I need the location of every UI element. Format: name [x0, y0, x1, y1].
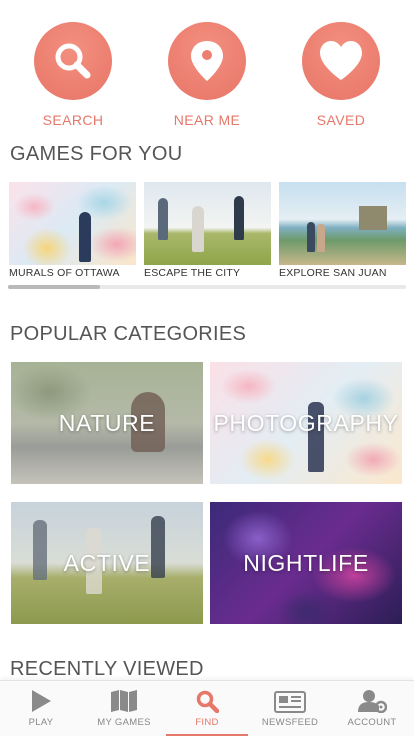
map-icon [111, 690, 137, 712]
saved-label: SAVED [316, 112, 366, 128]
category-photography[interactable]: PHOTOGRAPHY [210, 362, 402, 484]
games-carousel[interactable]: MURALS OF OTTAWA ESCAPE THE CITY EXPLORE… [9, 182, 414, 282]
category-label: ACTIVE [63, 549, 151, 576]
game-card-san-juan[interactable]: EXPLORE SAN JUAN [279, 182, 406, 279]
saved-button[interactable]: SAVED [286, 22, 396, 128]
play-icon [32, 690, 51, 712]
game-thumbnail[interactable] [279, 182, 406, 265]
game-title: MURALS OF OTTAWA [9, 267, 120, 279]
search-button[interactable]: SEARCH [18, 22, 128, 128]
nav-find[interactable]: FIND [166, 681, 248, 736]
nav-label: PLAY [28, 717, 54, 728]
search-icon [55, 43, 91, 79]
account-settings-icon [358, 690, 387, 713]
search-circle[interactable] [34, 22, 112, 100]
search-label: SEARCH [42, 112, 104, 128]
person-figure [151, 516, 165, 578]
saved-circle[interactable] [302, 22, 380, 100]
popular-categories-heading: POPULAR CATEGORIES [10, 323, 247, 345]
game-card-murals[interactable]: MURALS OF OTTAWA [9, 182, 136, 279]
nav-newsfeed[interactable]: NEWSFEED [249, 681, 331, 736]
nav-label: FIND [195, 717, 219, 728]
person-figure [317, 224, 325, 252]
category-nightlife[interactable]: NIGHTLIFE [210, 502, 402, 624]
quick-actions: SEARCH NEAR ME SAVED [0, 22, 414, 128]
game-card-escape[interactable]: ESCAPE THE CITY [144, 182, 271, 279]
category-nature[interactable]: NATURE [11, 362, 203, 484]
near-me-label: NEAR ME [173, 112, 241, 128]
bottom-navigation: PLAY MY GAMES FIND NEWSFEED ACCOUNT [0, 680, 414, 736]
map-pin-icon [191, 41, 223, 81]
search-icon [196, 690, 219, 713]
person-figure [79, 212, 91, 262]
nav-play[interactable]: PLAY [0, 681, 82, 736]
carousel-scroll-thumb[interactable] [8, 285, 100, 289]
recently-viewed-heading: RECENTLY VIEWED [10, 658, 204, 680]
game-thumbnail[interactable] [9, 182, 136, 265]
nav-my-games[interactable]: MY GAMES [83, 681, 165, 736]
nav-account[interactable]: ACCOUNT [331, 681, 413, 736]
newspaper-icon [274, 691, 306, 713]
person-figure [307, 222, 315, 252]
nav-label: ACCOUNT [347, 717, 397, 728]
person-figure [33, 520, 47, 580]
game-title: ESCAPE THE CITY [144, 267, 241, 279]
person-figure [234, 196, 244, 240]
nav-label: MY GAMES [97, 717, 151, 728]
person-figure [158, 198, 168, 240]
nav-label: NEWSFEED [261, 717, 319, 728]
category-label: NIGHTLIFE [243, 549, 369, 576]
near-me-circle[interactable] [168, 22, 246, 100]
person-figure [192, 206, 204, 252]
game-title: EXPLORE SAN JUAN [279, 267, 387, 279]
category-label: NATURE [58, 409, 156, 436]
near-me-button[interactable]: NEAR ME [152, 22, 262, 128]
carousel-scrollbar[interactable] [8, 285, 406, 289]
fort-shape [359, 206, 387, 230]
category-label: PHOTOGRAPHY [213, 409, 399, 436]
heart-icon [320, 41, 362, 80]
category-active[interactable]: ACTIVE [11, 502, 203, 624]
game-thumbnail[interactable] [144, 182, 271, 265]
games-for-you-heading: GAMES FOR YOU [10, 143, 183, 165]
